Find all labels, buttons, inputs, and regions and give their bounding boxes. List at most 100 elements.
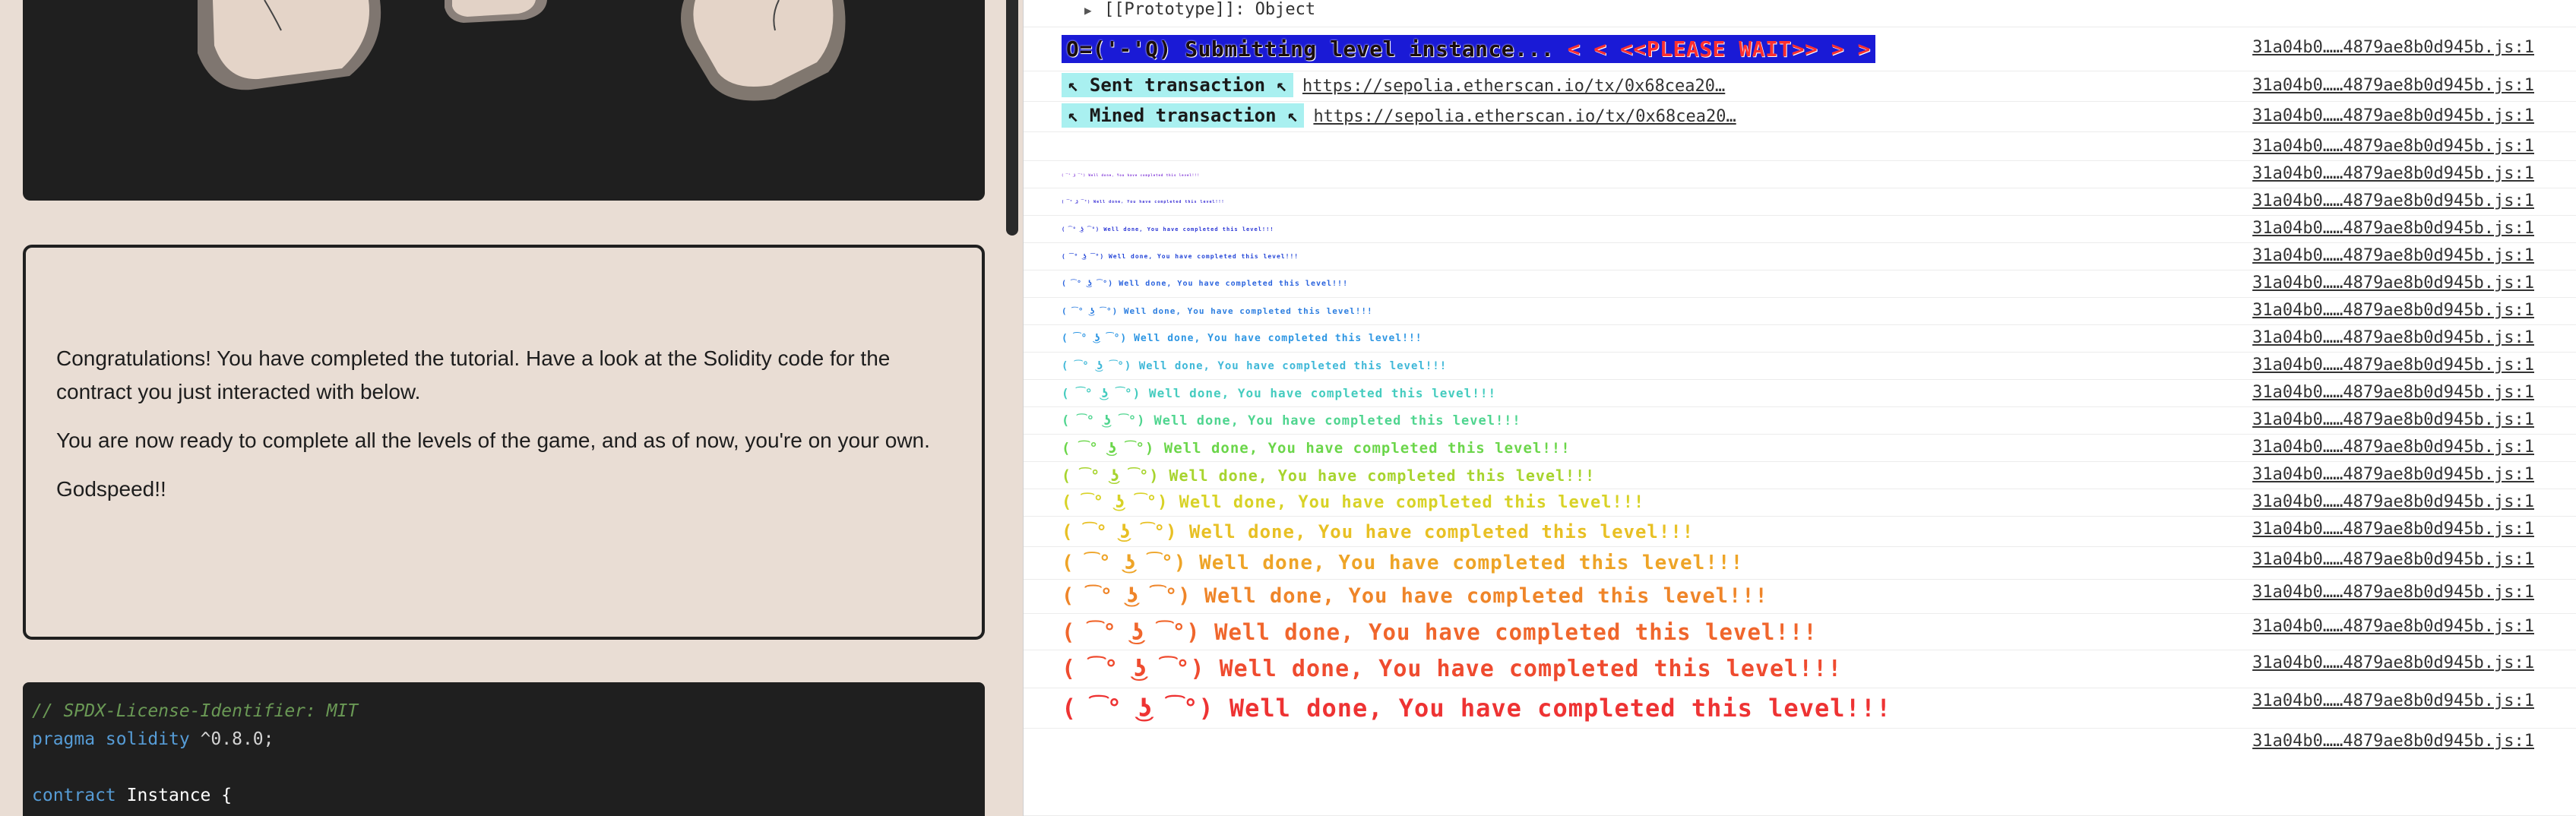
console-row-celebration: ( ͡° ͜ʖ ͡°) Well done, You have complete…	[1024, 650, 2576, 688]
sent-transaction-link[interactable]: https://sepolia.etherscan.io/tx/0x68cea2…	[1302, 77, 1725, 96]
console-row-celebration: ( ͡° ͜ʖ ͡°) Well done, You have complete…	[1024, 380, 2576, 407]
source-link[interactable]: 31a04b0……4879ae8b0d945b.js:1	[2252, 106, 2534, 125]
celebration-message: ( ͡° ͜ʖ ͡°) Well done, You have complete…	[1062, 552, 1744, 574]
code-text: ^0.8.0;	[189, 729, 274, 749]
code-line-pragma: pragma solidity ^0.8.0;	[32, 726, 976, 754]
submitting-text: O=('-'Q) Submitting level instance...	[1066, 36, 1555, 62]
console-row-celebration: ( ͡° ͜ʖ ͡°) Well done, You have complete…	[1024, 489, 2576, 517]
console-row-celebration: ( ͡° ͜ʖ ͡°) Well done, You have complete…	[1024, 517, 2576, 547]
celebration-message: ( ͡° ͜ʖ ͡°) Well done, You have complete…	[1062, 694, 1892, 723]
expand-triangle-icon[interactable]: ▶	[1084, 3, 1092, 17]
console-row-celebration: ( ͡° ͜ʖ ͡°) Well done, You have complete…	[1024, 216, 2576, 243]
celebration-message: ( ͡° ͜ʖ ͡°) Well done, You have complete…	[1062, 584, 1768, 608]
celebration-message: ( ͡° ͜ʖ ͡°) Well done, You have complete…	[1062, 413, 1521, 429]
celebration-message: ( ͡° ͜ʖ ͡°) Well done, You have complete…	[1062, 306, 1373, 316]
console-row-celebration: ( ͡° ͜ʖ ͡°) Well done, You have complete…	[1024, 325, 2576, 353]
source-link[interactable]: 31a04b0……4879ae8b0d945b.js:1	[2252, 691, 2534, 710]
console-row-celebration: ( ͡° ͜ʖ ͡°) Well done, You have complete…	[1024, 580, 2576, 614]
console-row-submitting: O=('-'Q) Submitting level instance... < …	[1024, 27, 2576, 71]
celebration-message: ( ͡° ͜ʖ ͡°) Well done, You have complete…	[1062, 493, 1645, 512]
console-row-celebration: ( ͡° ͜ʖ ͡°) Well done, You have complete…	[1024, 614, 2576, 650]
console-row-celebration: ( ͡° ͜ʖ ͡°) Well done, You have complete…	[1024, 298, 2576, 325]
celebration-message: ( ͡° ͜ʖ ͡°) Well done, You have complete…	[1062, 333, 1422, 344]
console-row-celebration: ( ͡° ͜ʖ ͡°) Well done, You have complete…	[1024, 407, 2576, 435]
source-link[interactable]: 31a04b0……4879ae8b0d945b.js:1	[2252, 438, 2534, 457]
console-row-celebration: ( ͡° ͜ʖ ͡°) Well done, You have complete…	[1024, 243, 2576, 270]
console-row-empty: 31a04b0……4879ae8b0d945b.js:1	[1024, 729, 2576, 816]
celebration-message: ( ͡° ͜ʖ ͡°) Well done, You have complete…	[1062, 360, 1448, 372]
completion-message-box: Congratulations! You have completed the …	[23, 245, 985, 640]
prototype-label: [[Prototype]]: Object	[1104, 0, 1316, 19]
source-link[interactable]: 31a04b0……4879ae8b0d945b.js:1	[2252, 492, 2534, 511]
code-keyword: pragma solidity	[32, 729, 190, 749]
please-wait-text: < < <<PLEASE WAIT>> > >	[1554, 36, 1871, 62]
celebration-message: ( ͡° ͜ʖ ͡°) Well done, You have complete…	[1062, 467, 1596, 485]
console-row-sent: ↖ Sent transaction ↖ https://sepolia.ethe…	[1024, 71, 2576, 102]
source-link[interactable]: 31a04b0……4879ae8b0d945b.js:1	[2252, 550, 2534, 569]
sent-message: ↖ Sent transaction ↖ https://sepolia.ethe…	[1062, 73, 1725, 97]
source-link[interactable]: 31a04b0……4879ae8b0d945b.js:1	[2252, 383, 2534, 402]
celebration-message: ( ͡° ͜ʖ ͡°) Well done, You have complete…	[1062, 440, 1571, 457]
source-link[interactable]: 31a04b0……4879ae8b0d945b.js:1	[2252, 465, 2534, 484]
code-text: Instance {	[116, 786, 233, 805]
celebration-message: ( ͡° ͜ʖ ͡°) Well done, You have complete…	[1062, 253, 1299, 260]
mined-transaction-link[interactable]: https://sepolia.etherscan.io/tx/0x68cea2…	[1313, 107, 1736, 126]
console-row-celebration: ( ͡° ͜ʖ ͡°) Well done, You have complete…	[1024, 353, 2576, 380]
celebration-message: ( ͡° ͜ʖ ͡°) Well done, You have complete…	[1062, 226, 1274, 232]
submitting-message: O=('-'Q) Submitting level instance... < …	[1062, 35, 1875, 64]
mined-message: ↖ Mined transaction ↖ https://sepolia.eth…	[1062, 103, 1736, 128]
celebration-message: ( ͡° ͜ʖ ͡°) Well done, You have complete…	[1062, 200, 1225, 204]
code-line-license: // SPDX-License-Identifier: MIT	[32, 701, 359, 721]
mined-transaction-badge: ↖ Mined transaction ↖	[1062, 103, 1305, 128]
celebration-message: ( ͡° ͜ʖ ͡°) Well done, You have complete…	[1062, 619, 1818, 645]
source-link[interactable]: 31a04b0……4879ae8b0d945b.js:1	[2252, 732, 2534, 751]
devtools-console: ▶ [[Prototype]]: Object O=('-'Q) Submitt…	[1023, 0, 2576, 816]
console-row-celebration: ( ͡° ͜ʖ ͡°) Well done, You have complete…	[1024, 161, 2576, 188]
completion-paragraph: You are now ready to complete all the le…	[56, 429, 930, 452]
dice-illustration	[198, 0, 846, 101]
console-row-empty: 31a04b0……4879ae8b0d945b.js:1	[1024, 132, 2576, 161]
solidity-code-block: // SPDX-License-Identifier: MIT pragma s…	[23, 682, 985, 816]
celebration-message: ( ͡° ͜ʖ ͡°) Well done, You have complete…	[1062, 656, 1843, 682]
die-right	[681, 0, 846, 101]
source-link[interactable]: 31a04b0……4879ae8b0d945b.js:1	[2252, 164, 2534, 183]
source-link[interactable]: 31a04b0……4879ae8b0d945b.js:1	[2252, 520, 2534, 539]
sent-transaction-badge: ↖ Sent transaction ↖	[1062, 73, 1293, 97]
source-link[interactable]: 31a04b0……4879ae8b0d945b.js:1	[2252, 617, 2534, 636]
source-link[interactable]: 31a04b0……4879ae8b0d945b.js:1	[2252, 191, 2534, 210]
source-link[interactable]: 31a04b0……4879ae8b0d945b.js:1	[2252, 410, 2534, 429]
console-row-celebration: ( ͡° ͜ʖ ͡°) Well done, You have complete…	[1024, 688, 2576, 729]
celebration-message: ( ͡° ͜ʖ ͡°) Well done, You have complete…	[1062, 280, 1349, 288]
code-line-contract: contract Instance {	[32, 782, 976, 810]
submitting-banner: O=('-'Q) Submitting level instance... < …	[1062, 35, 1875, 63]
page-scrollbar-thumb[interactable]	[1006, 0, 1018, 236]
console-row-celebration: ( ͡° ͜ʖ ͡°) Well done, You have complete…	[1024, 435, 2576, 462]
console-row-celebration: ( ͡° ͜ʖ ͡°) Well done, You have complete…	[1024, 270, 2576, 298]
game-page: Congratulations! You have completed the …	[0, 0, 1011, 816]
source-link[interactable]: 31a04b0……4879ae8b0d945b.js:1	[2252, 246, 2534, 265]
source-link[interactable]: 31a04b0……4879ae8b0d945b.js:1	[2252, 219, 2534, 238]
source-link[interactable]: 31a04b0……4879ae8b0d945b.js:1	[2252, 137, 2534, 156]
source-link[interactable]: 31a04b0……4879ae8b0d945b.js:1	[2252, 274, 2534, 293]
console-row-celebration: ( ͡° ͜ʖ ͡°) Well done, You have complete…	[1024, 188, 2576, 216]
celebration-message: ( ͡° ͜ʖ ͡°) Well done, You have complete…	[1062, 386, 1497, 400]
die-middle	[445, 0, 547, 23]
source-link[interactable]: 31a04b0……4879ae8b0d945b.js:1	[2252, 328, 2534, 347]
console-row-celebration: ( ͡° ͜ʖ ͡°) Well done, You have complete…	[1024, 547, 2576, 580]
source-link[interactable]: 31a04b0……4879ae8b0d945b.js:1	[2252, 583, 2534, 602]
completion-paragraph: Congratulations! You have completed the …	[56, 346, 891, 403]
celebration-message: ( ͡° ͜ʖ ͡°) Well done, You have complete…	[1062, 173, 1201, 177]
source-link[interactable]: 31a04b0……4879ae8b0d945b.js:1	[2252, 76, 2534, 95]
level-artwork	[23, 0, 985, 201]
celebration-message: ( ͡° ͜ʖ ͡°) Well done, You have complete…	[1062, 521, 1695, 542]
source-link[interactable]: 31a04b0……4879ae8b0d945b.js:1	[2252, 356, 2534, 375]
source-link[interactable]: 31a04b0……4879ae8b0d945b.js:1	[2252, 653, 2534, 672]
source-link[interactable]: 31a04b0……4879ae8b0d945b.js:1	[2252, 38, 2534, 57]
console-row-mined: ↖ Mined transaction ↖ https://sepolia.eth…	[1024, 102, 2576, 132]
code-keyword: contract	[32, 786, 116, 805]
source-link[interactable]: 31a04b0……4879ae8b0d945b.js:1	[2252, 301, 2534, 320]
console-row-prototype[interactable]: ▶ [[Prototype]]: Object	[1024, 0, 2576, 27]
die-left	[198, 0, 381, 90]
console-row-celebration: ( ͡° ͜ʖ ͡°) Well done, You have complete…	[1024, 462, 2576, 489]
